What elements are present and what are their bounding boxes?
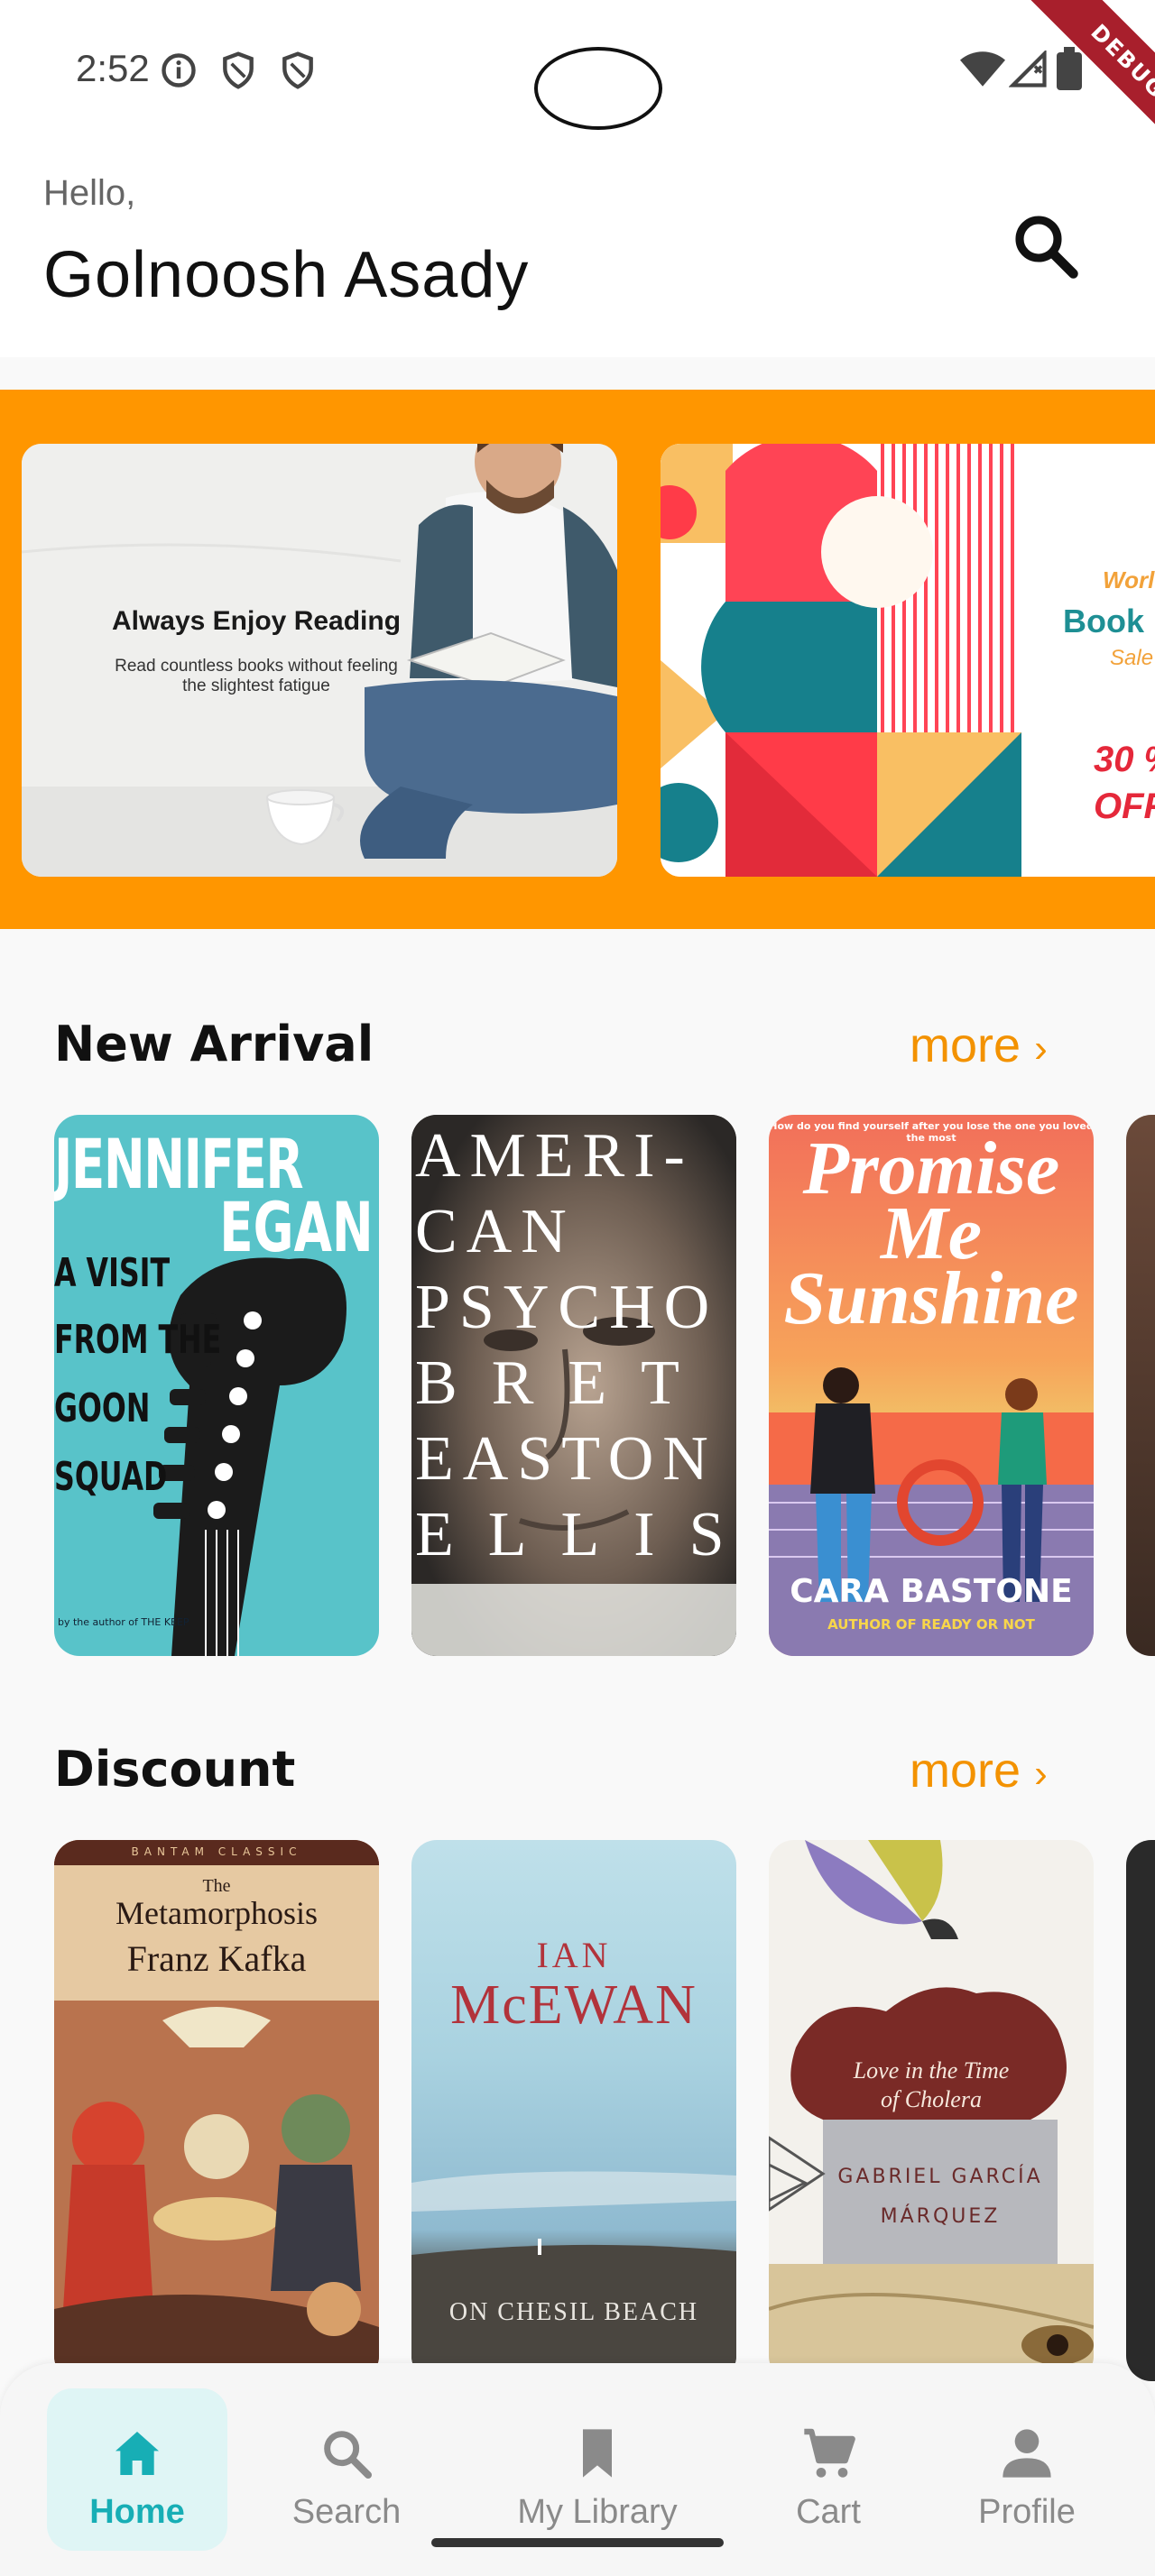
book-author-last: EGAN — [219, 1187, 374, 1267]
search-icon — [1015, 216, 1078, 279]
nav-label-home: Home — [89, 2493, 185, 2531]
section-title-discount: Discount — [54, 1741, 296, 1798]
promo2-line1: World — [1103, 566, 1155, 593]
book-series: BANTAM CLASSIC — [131, 1845, 302, 1858]
promo-carousel[interactable]: Always Enjoy Reading Read countless book… — [0, 390, 1155, 929]
bookmark-icon — [583, 2429, 612, 2478]
book-author: Franz Kafka — [126, 1938, 307, 1979]
nav-item-home[interactable]: Home — [47, 2388, 227, 2551]
book-cover-promise-me-sunshine[interactable]: How do you find yourself after you lose … — [769, 1115, 1094, 1656]
book-cover-metamorphosis[interactable]: BANTAM CLASSIC The Metamorphosis Franz K… — [54, 1840, 379, 2381]
promo-card-book-day[interactable]: World Book D Sale 30 % OFF — [661, 444, 1155, 877]
book-title: ON CHESIL BEACH — [448, 2298, 699, 2326]
book-title-line1: AMERI- — [415, 1121, 694, 1191]
book-title-line2: FROM THE — [54, 1317, 222, 1363]
signal-icon — [1009, 51, 1047, 87]
search-button[interactable] — [1007, 207, 1083, 283]
book-title-line1: A VISIT — [54, 1250, 171, 1296]
nav-label-cart: Cart — [796, 2493, 861, 2531]
header: Hello, Golnoosh Asady — [0, 144, 1155, 357]
nav-item-my-library[interactable]: My Library — [507, 2388, 688, 2551]
book-title-line4: SQUAD — [54, 1454, 168, 1500]
promo-title: Always Enjoy Reading — [111, 606, 402, 636]
more-label: more — [910, 1018, 1021, 1072]
nav-label-my-library: My Library — [517, 2493, 678, 2531]
status-bar: 2:52 DEBUG — [0, 0, 1155, 181]
book-title-lines: Promise Me Sunshine — [769, 1131, 1094, 1340]
nav-label-search: Search — [291, 2493, 402, 2531]
book-cover-love-in-the-time-of-cholera[interactable]: Love in the Time of Cholera GABRIEL GARC… — [769, 1840, 1094, 2381]
search-icon — [324, 2431, 372, 2479]
book-author-note: AUTHOR OF READY OR NOT — [827, 1616, 1035, 1633]
more-link-discount[interactable]: more › — [910, 1743, 1048, 1799]
book-author-last: McEWAN — [450, 1974, 698, 2036]
nav-item-profile[interactable]: Profile — [937, 2388, 1117, 2551]
book-author-line2: EASTON — [415, 1424, 717, 1494]
book-title-line3: Sunshine — [783, 1256, 1079, 1340]
more-label: more — [910, 1743, 1021, 1798]
book-author-line1: GABRIEL GARCÍA — [837, 2166, 1043, 2188]
promo2-line3: Sale — [1110, 646, 1154, 670]
promo2-off: OFF — [1094, 787, 1155, 826]
greeting-text: Hello, — [43, 173, 136, 213]
camera-cutout — [534, 47, 662, 130]
book-title-lines: Love in the Time of Cholera — [769, 2056, 1094, 2114]
book-cover-on-chesil-beach[interactable]: IAN McEWAN ON CHESIL BEACH — [411, 1840, 736, 2381]
shield-icon — [223, 51, 254, 89]
book-tagline: by the author of THE KEEP — [58, 1616, 189, 1628]
book-author-lines: GABRIEL GARCÍA MÁRQUEZ — [823, 2157, 1058, 2237]
section-title-new-arrival: New Arrival — [54, 1016, 374, 1072]
book-title-line3: GOON — [54, 1385, 151, 1431]
book-author: CARA BASTONE — [790, 1573, 1073, 1610]
home-indicator[interactable] — [431, 2538, 724, 2547]
book-cover-next[interactable] — [1126, 1115, 1155, 1656]
book-title-lines: AMERI- CAN PSYCHO BRET EASTON ELLIS — [415, 1118, 733, 1573]
book-cover-american-psycho[interactable]: AMERI- CAN PSYCHO BRET EASTON ELLIS — [411, 1115, 736, 1656]
chevron-right-icon: › — [1034, 1752, 1048, 1796]
promo-subtitle: Read countless books without feeling the… — [115, 657, 398, 695]
nav-item-search[interactable]: Search — [256, 2388, 437, 2551]
book-author-first: IAN — [536, 1935, 612, 1975]
promo2-discount: 30 % OFF — [1094, 736, 1155, 830]
book-author-line3: ELLIS — [415, 1500, 736, 1569]
person-icon — [1003, 2429, 1051, 2478]
promo2-line2: Book D — [1063, 603, 1155, 639]
more-link-new-arrival[interactable]: more › — [910, 1017, 1048, 1073]
book-author-line2: MÁRQUEZ — [880, 2205, 1001, 2228]
promo-card-reading[interactable]: Always Enjoy Reading Read countless book… — [22, 444, 617, 877]
book-title-line2: of Cholera — [881, 2086, 982, 2112]
book-title-line1: Love in the Time — [853, 2057, 1010, 2084]
geometric-art — [661, 444, 1058, 877]
status-time: 2:52 — [76, 47, 150, 89]
wifi-icon — [960, 51, 1005, 87]
shield-icon — [282, 51, 313, 89]
chevron-right-icon: › — [1034, 1026, 1048, 1071]
username: Golnoosh Asady — [43, 239, 530, 311]
book-title: Metamorphosis — [116, 1895, 318, 1931]
promo2-percent: 30 % — [1094, 740, 1155, 779]
info-icon — [162, 53, 196, 87]
home-icon — [116, 2432, 159, 2475]
book-title-line2: CAN — [415, 1197, 576, 1266]
book-cover-next[interactable] — [1126, 1840, 1155, 2381]
nav-label-profile: Profile — [978, 2493, 1076, 2531]
book-title-line3: PSYCHO — [415, 1273, 719, 1342]
cart-icon — [804, 2428, 855, 2478]
book-author-line1: BRET — [415, 1348, 714, 1418]
battery-icon — [1057, 47, 1082, 90]
book-cover-goon-squad[interactable]: JENNIFER EGAN A VISIT FROM THE GOON SQUA… — [54, 1115, 379, 1656]
nav-item-cart[interactable]: Cart — [738, 2388, 919, 2551]
